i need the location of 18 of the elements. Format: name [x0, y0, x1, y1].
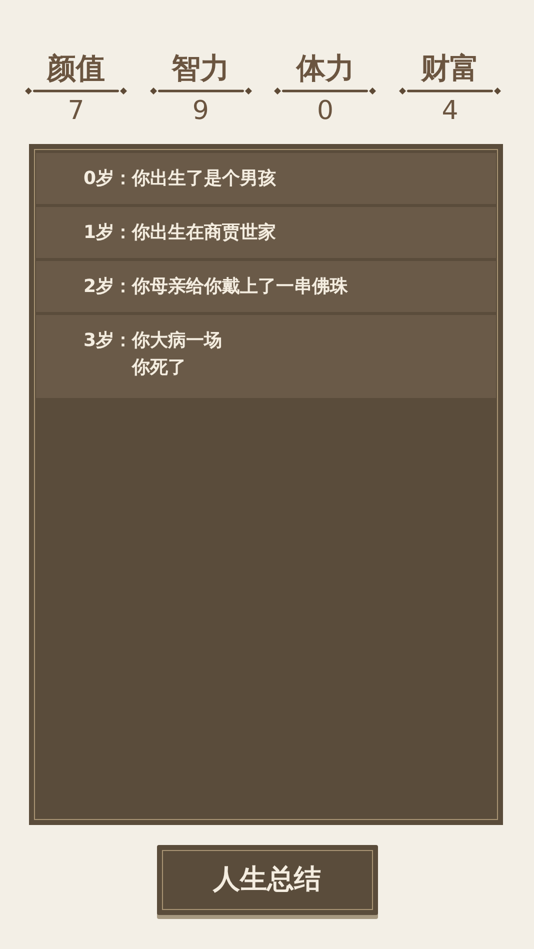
life-summary-button[interactable]: 人生总结 — [156, 845, 378, 915]
age-label: 3岁： — [82, 329, 132, 353]
stat-value: 4 — [442, 96, 458, 126]
stat-label: 财富 — [420, 50, 479, 86]
stat-value: 7 — [68, 96, 84, 126]
stat-value: 9 — [192, 96, 209, 126]
stat-value: 0 — [317, 96, 334, 126]
age-label: 2岁： — [82, 275, 132, 299]
stat-label: 体力 — [296, 50, 354, 86]
event-text: 你死了 — [132, 356, 187, 380]
stat-label: 智力 — [172, 50, 230, 86]
age-label: 0岁： — [82, 167, 132, 191]
event-text: 你出生在商贾世家 — [132, 221, 276, 245]
event-text: 你出生了是个男孩 — [132, 167, 276, 191]
stat-label: 颜值 — [47, 50, 105, 86]
event-text: 你大病一场 — [132, 329, 222, 353]
event-text: 你母亲给你戴上了一串佛珠 — [132, 275, 348, 299]
age-label: 1岁： — [82, 221, 132, 245]
